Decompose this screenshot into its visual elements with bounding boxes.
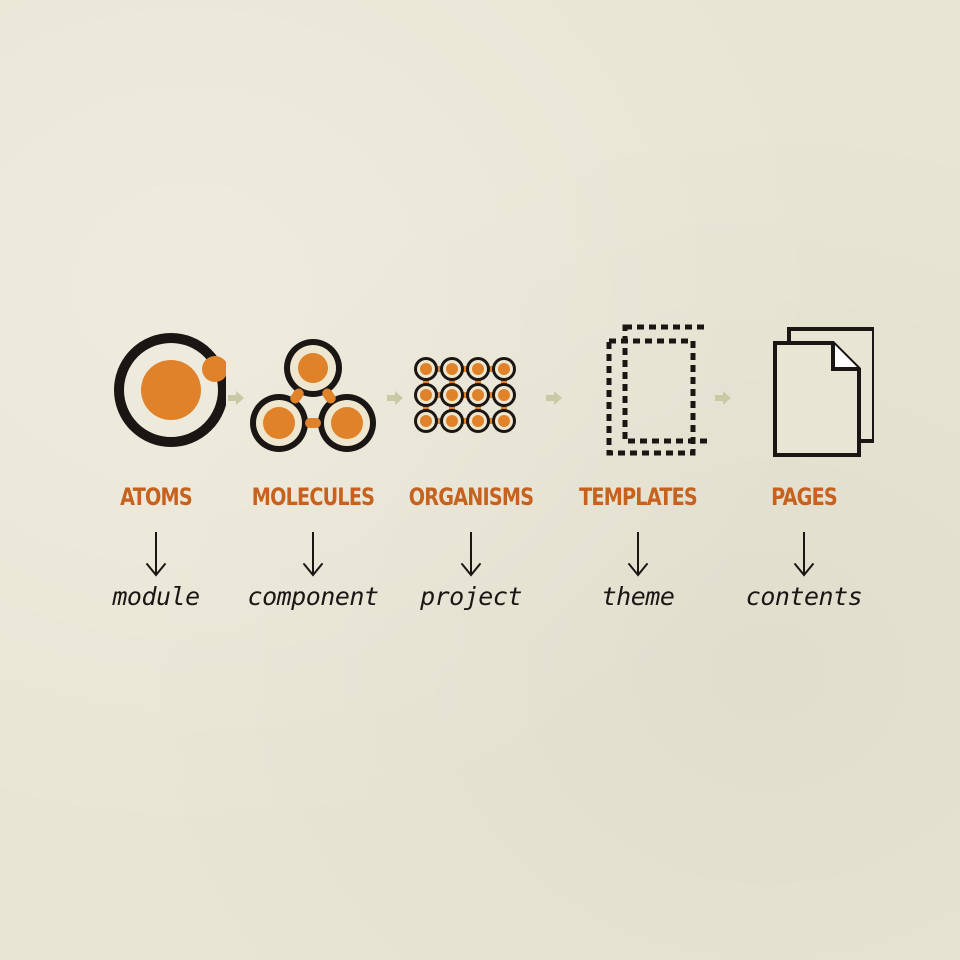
down-arrow-icon (301, 530, 325, 582)
down-arrow-icon (626, 530, 650, 582)
molecule-icon (243, 320, 383, 470)
down-arrow-icon (459, 530, 483, 582)
stage-title: MOLECULES (251, 483, 375, 511)
down-arrow-icon (144, 530, 168, 582)
stage-pages: PAGES contents (714, 320, 894, 630)
template-icon (568, 320, 708, 470)
atomic-design-diagram: ATOMS module MOLECULES component ORGANIS… (0, 0, 960, 960)
stage-title: TEMPLATES (579, 483, 698, 511)
atom-icon (86, 320, 226, 470)
stage-label: contents (745, 582, 863, 611)
down-arrow-icon (792, 530, 816, 582)
stage-title: ORGANISMS (408, 483, 534, 511)
stage-title: ATOMS (120, 483, 193, 511)
pages-icon (734, 320, 874, 470)
organism-icon (401, 320, 541, 470)
stage-title: PAGES (771, 483, 838, 511)
